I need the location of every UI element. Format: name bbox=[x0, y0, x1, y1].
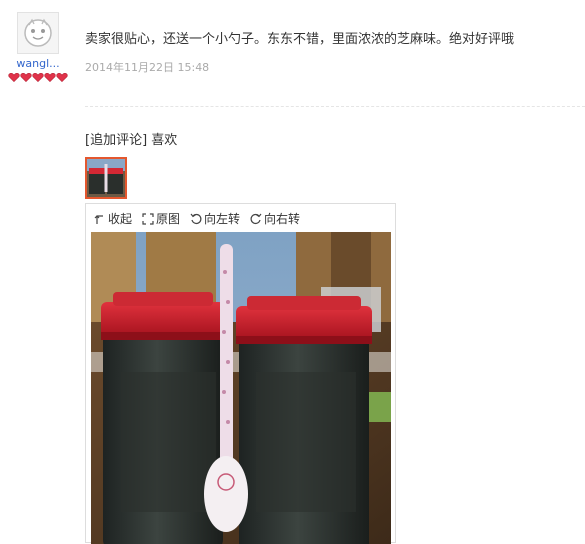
red-heart-icon bbox=[8, 72, 20, 83]
appended-review-text: [追加评论] 喜欢 bbox=[85, 133, 178, 148]
viewer-toolbar: 收起 原图 向左转 向右转 bbox=[94, 210, 300, 227]
reviewer-block: wangl... bbox=[8, 12, 68, 83]
default-avatar-icon bbox=[24, 18, 52, 47]
rotate-right-button[interactable]: 向右转 bbox=[250, 210, 300, 227]
red-heart-icon bbox=[32, 72, 44, 83]
review-photo-image bbox=[91, 232, 391, 544]
buyer-level-hearts bbox=[8, 72, 68, 83]
username-link[interactable]: wangl... bbox=[8, 57, 68, 70]
red-heart-icon bbox=[20, 72, 32, 83]
review-photo[interactable] bbox=[91, 232, 391, 544]
original-image-label: 原图 bbox=[156, 212, 181, 226]
collapse-label: 收起 bbox=[108, 212, 133, 226]
rotate-left-icon bbox=[190, 213, 202, 224]
photo-viewer: 收起 原图 向左转 向右转 bbox=[85, 203, 396, 544]
avatar[interactable] bbox=[17, 12, 59, 54]
collapse-arrow-icon bbox=[94, 214, 103, 224]
collapse-button[interactable]: 收起 bbox=[94, 210, 132, 227]
review-date: 2014年11月22日 15:48 bbox=[85, 61, 210, 74]
rotate-left-button[interactable]: 向左转 bbox=[190, 210, 240, 227]
photo-thumbnail[interactable] bbox=[85, 157, 127, 199]
original-image-button[interactable]: 原图 bbox=[142, 210, 180, 227]
expand-icon bbox=[142, 212, 154, 225]
divider bbox=[85, 106, 585, 107]
rotate-right-label: 向右转 bbox=[264, 212, 301, 226]
review-text: 卖家很贴心，还送一个小勺子。东东不错，里面浓浓的芝麻味。绝对好评哦 bbox=[85, 32, 515, 47]
rotate-right-icon bbox=[250, 213, 262, 224]
red-heart-icon bbox=[44, 72, 56, 83]
photo-thumbnail-image bbox=[87, 159, 125, 197]
rotate-left-label: 向左转 bbox=[204, 212, 241, 226]
red-heart-icon bbox=[56, 72, 68, 83]
